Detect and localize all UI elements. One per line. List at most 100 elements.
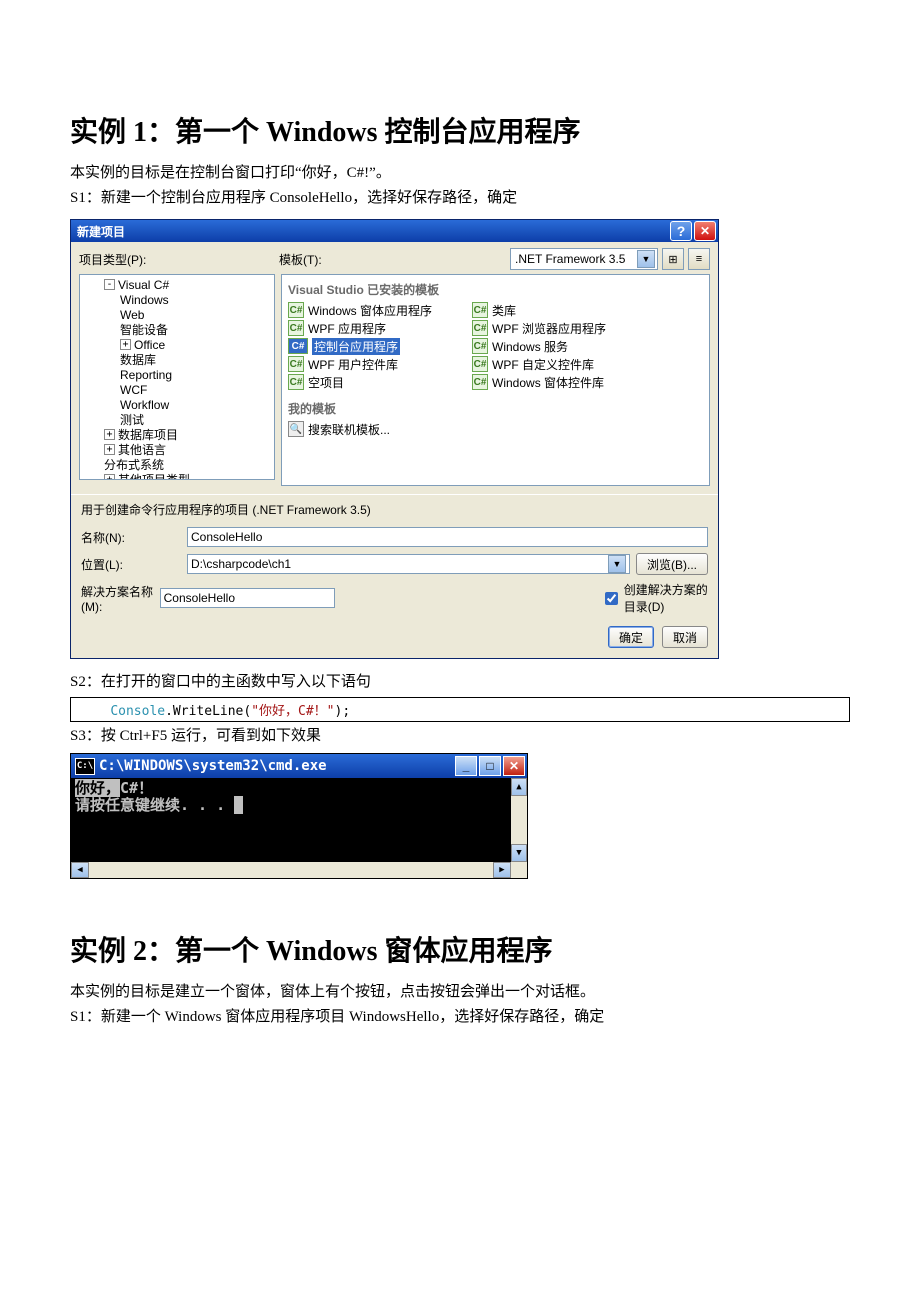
cmd-line1a: 你好，	[75, 779, 120, 797]
tree-item[interactable]: 测试	[84, 412, 274, 427]
close-icon[interactable]: ✕	[694, 221, 716, 241]
csharp-icon: C#	[472, 338, 488, 354]
ok-button[interactable]: 确定	[608, 626, 654, 648]
csharp-icon: C#	[288, 338, 308, 354]
dialog-titlebar[interactable]: 新建项目 ? ✕	[71, 220, 718, 242]
label-name: 名称(N):	[81, 529, 181, 546]
expand-icon[interactable]: +	[120, 339, 131, 350]
collapse-icon[interactable]: -	[104, 279, 115, 290]
expand-icon[interactable]: +	[104, 474, 115, 480]
code-class: Console	[110, 704, 165, 719]
tpl-section-my: 我的模板	[288, 400, 703, 417]
csharp-icon: C#	[288, 302, 304, 318]
template-description: 用于创建命令行应用程序的项目 (.NET Framework 3.5)	[71, 494, 718, 524]
tree-item[interactable]: +其他项目类型	[84, 472, 274, 480]
para-step-s1b: S1：新建一个 Windows 窗体应用程序项目 WindowsHello，选择…	[70, 1006, 850, 1029]
para-goal-2: 本实例的目标是建立一个窗体，窗体上有个按钮，点击按钮会弹出一个对话框。	[70, 981, 850, 1004]
csharp-icon: C#	[288, 320, 304, 336]
cmd-titlebar[interactable]: C:\ C:\WINDOWS\system32\cmd.exe _ □ ✕	[71, 754, 527, 778]
template-item[interactable]: C#WPF 浏览器应用程序	[472, 320, 606, 336]
csharp-icon: C#	[288, 374, 304, 390]
expand-icon[interactable]: +	[104, 444, 115, 455]
tree-item[interactable]: Workflow	[84, 397, 274, 412]
template-search-online[interactable]: 🔍搜索联机模板...	[288, 421, 703, 437]
csharp-icon: C#	[472, 320, 488, 336]
template-item[interactable]: C#Windows 服务	[472, 338, 606, 354]
para-step-s2: S2：在打开的窗口中的主函数中写入以下语句	[70, 671, 850, 694]
solution-name-input[interactable]	[160, 588, 335, 608]
template-item[interactable]: C#WPF 用户控件库	[288, 356, 432, 372]
project-types-tree[interactable]: -Visual C# Windows Web 智能设备 +Office 数据库 …	[79, 274, 275, 480]
cmd-horizontal-scrollbar[interactable]: ◀ ▶	[71, 862, 511, 878]
cmd-icon: C:\	[75, 758, 95, 775]
browse-button[interactable]: 浏览(B)...	[636, 553, 708, 575]
cancel-button[interactable]: 取消	[662, 626, 708, 648]
label-templates: 模板(T):	[279, 251, 510, 268]
tree-item[interactable]: 分布式系统	[84, 457, 274, 472]
cmd-title-text: C:\WINDOWS\system32\cmd.exe	[99, 758, 327, 774]
template-item[interactable]: C#Windows 窗体控件库	[472, 374, 606, 390]
dialog-title-text: 新建项目	[77, 223, 125, 240]
scroll-right-icon[interactable]: ▶	[493, 862, 511, 878]
project-name-input[interactable]	[187, 527, 708, 547]
search-icon: 🔍	[288, 421, 304, 437]
minimize-icon[interactable]: _	[455, 756, 477, 776]
tpl-section-installed: Visual Studio 已安装的模板	[288, 281, 703, 298]
location-value: D:\csharpcode\ch1	[191, 557, 291, 571]
framework-value: .NET Framework 3.5	[515, 252, 625, 266]
tree-item[interactable]: +Office	[84, 337, 274, 352]
template-item[interactable]: C#类库	[472, 302, 606, 318]
scroll-left-icon[interactable]: ◀	[71, 862, 89, 878]
tree-item[interactable]: +数据库项目	[84, 427, 274, 442]
label-project-types: 项目类型(P):	[79, 251, 279, 268]
expand-icon[interactable]: +	[104, 429, 115, 440]
heading-example-2: 实例 2：第一个 Windows 窗体应用程序	[70, 929, 850, 969]
cmd-output: 你好，C#！ 请按任意键继续. . .	[71, 778, 511, 862]
csharp-icon: C#	[472, 356, 488, 372]
tree-item[interactable]: Windows	[84, 292, 274, 307]
template-item[interactable]: C#WPF 自定义控件库	[472, 356, 606, 372]
new-project-dialog: 新建项目 ? ✕ 项目类型(P): 模板(T): .NET Framework …	[70, 219, 719, 659]
code-sample: Console.WriteLine("你好，C#！");	[70, 697, 850, 722]
para-step-s1: S1：新建一个控制台应用程序 ConsoleHello，选择好保存路径，确定	[70, 187, 850, 210]
tree-item[interactable]: Reporting	[84, 367, 274, 382]
create-solution-dir-label: 创建解决方案的目录(D)	[624, 581, 708, 615]
create-solution-dir-input[interactable]	[605, 592, 618, 605]
resize-grip-icon[interactable]	[511, 862, 527, 878]
code-end: );	[335, 704, 351, 719]
scroll-up-icon[interactable]: ▲	[511, 778, 527, 796]
help-icon[interactable]: ?	[670, 221, 692, 241]
template-item[interactable]: C#Windows 窗体应用程序	[288, 302, 432, 318]
cmd-line1b: C#！	[120, 779, 153, 797]
template-item-selected[interactable]: C#控制台应用程序	[288, 338, 432, 354]
tree-item[interactable]: -Visual C#	[84, 277, 274, 292]
template-item[interactable]: C#空项目	[288, 374, 432, 390]
chevron-down-icon[interactable]: ▼	[637, 250, 655, 268]
tree-item[interactable]: Web	[84, 307, 274, 322]
tree-item[interactable]: WCF	[84, 382, 274, 397]
tree-item[interactable]: 数据库	[84, 352, 274, 367]
view-large-icons-button[interactable]: ⊞	[662, 248, 684, 270]
para-step-s3: S3：按 Ctrl+F5 运行，可看到如下效果	[70, 725, 850, 748]
cmd-vertical-scrollbar[interactable]: ▲ ▼	[511, 778, 527, 862]
heading-example-1: 实例 1：第一个 Windows 控制台应用程序	[70, 110, 850, 150]
view-small-icons-button[interactable]: ≡	[688, 248, 710, 270]
templates-list[interactable]: Visual Studio 已安装的模板 C#Windows 窗体应用程序 C#…	[281, 274, 710, 486]
cmd-window: C:\ C:\WINDOWS\system32\cmd.exe _ □ ✕ 你好…	[70, 753, 528, 879]
maximize-icon[interactable]: □	[479, 756, 501, 776]
chevron-down-icon[interactable]: ▼	[608, 555, 626, 573]
tree-item[interactable]: 智能设备	[84, 322, 274, 337]
location-combobox[interactable]: D:\csharpcode\ch1 ▼	[187, 554, 630, 574]
tree-item[interactable]: +其他语言	[84, 442, 274, 457]
code-string: "你好，C#！"	[251, 704, 334, 719]
scroll-down-icon[interactable]: ▼	[511, 844, 527, 862]
template-item[interactable]: C#WPF 应用程序	[288, 320, 432, 336]
cmd-line2: 请按任意键继续. . .	[75, 796, 234, 814]
close-icon[interactable]: ✕	[503, 756, 525, 776]
create-solution-dir-checkbox[interactable]: 创建解决方案的目录(D)	[601, 581, 708, 615]
csharp-icon: C#	[472, 374, 488, 390]
label-solution-name: 解决方案名称(M):	[81, 583, 154, 614]
csharp-icon: C#	[472, 302, 488, 318]
code-method: .WriteLine(	[165, 704, 251, 719]
framework-select[interactable]: .NET Framework 3.5 ▼	[510, 248, 658, 270]
